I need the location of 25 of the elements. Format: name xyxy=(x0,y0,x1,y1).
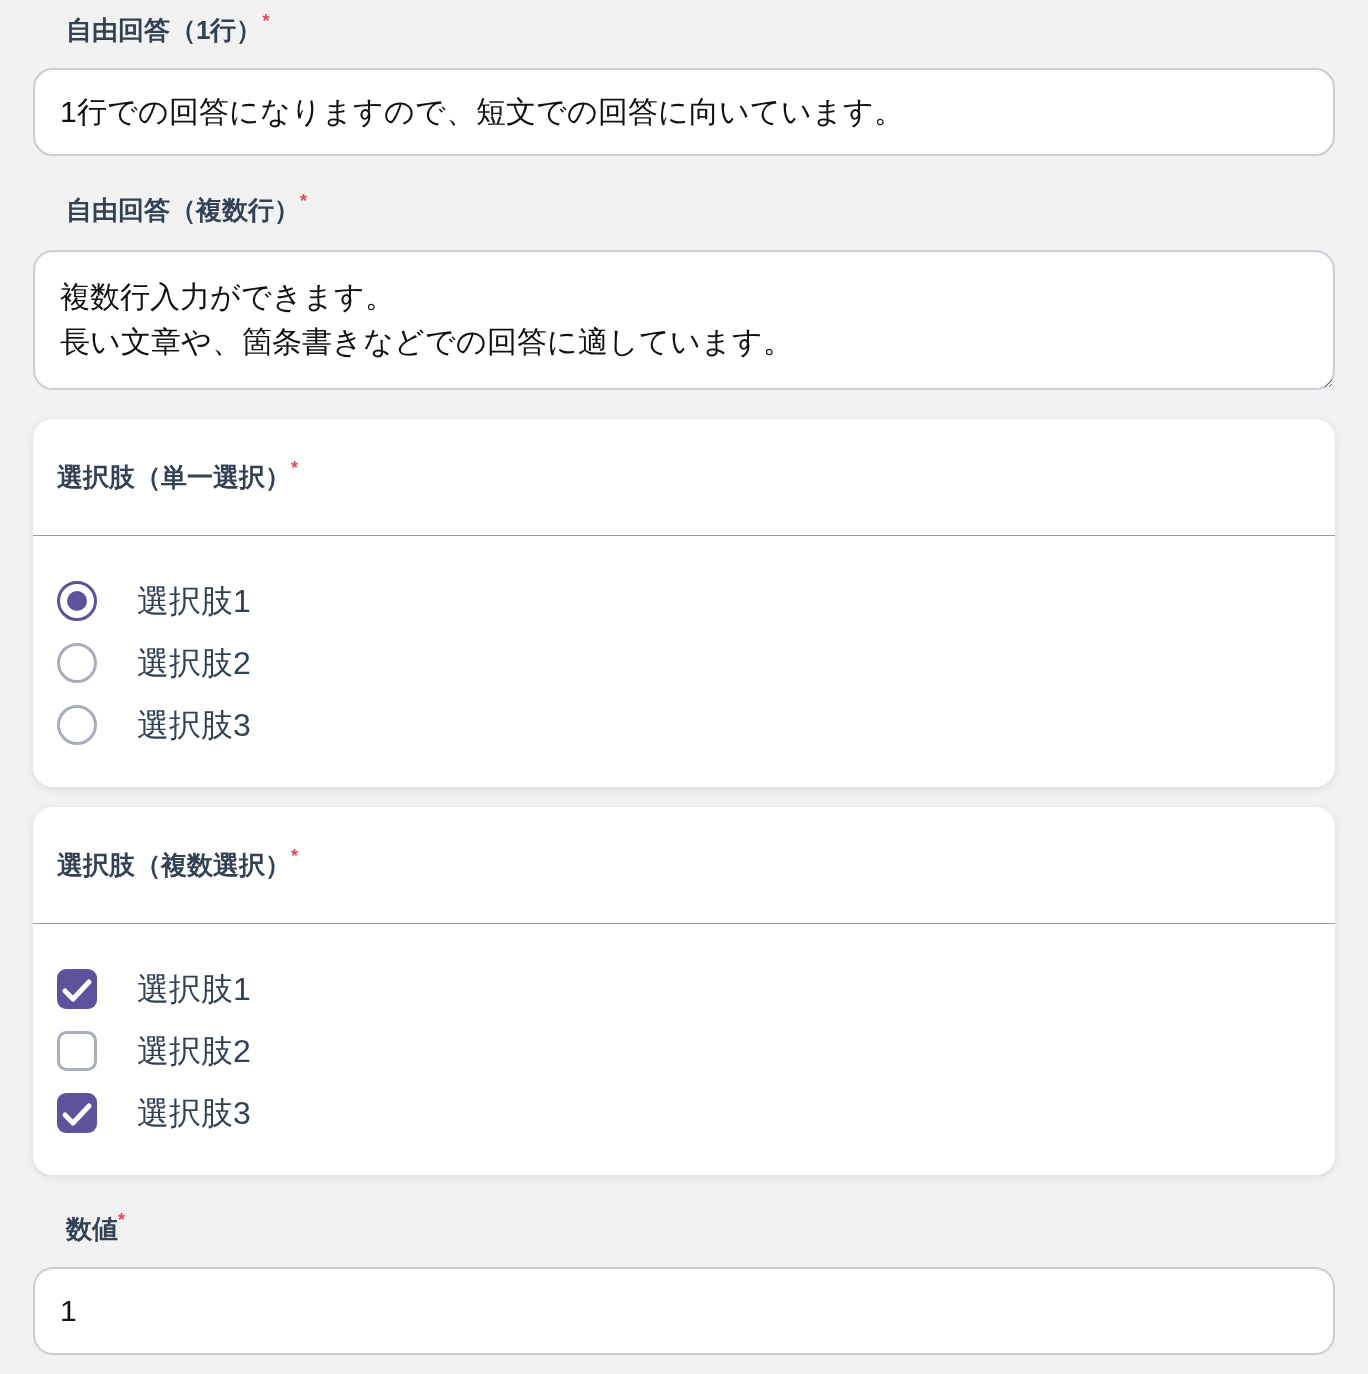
required-mark: * xyxy=(291,458,298,478)
checkbox-unchecked-icon[interactable] xyxy=(57,1031,97,1071)
textarea-field[interactable]: 複数行入力ができます。 長い文章や、箇条書きなどでの回答に適しています。 xyxy=(33,250,1335,390)
option-label[interactable]: 選択肢3 xyxy=(137,705,251,745)
required-mark: * xyxy=(300,191,307,211)
field-label: 数値 xyxy=(66,1214,118,1244)
radio-selected-icon[interactable] xyxy=(57,581,97,621)
number-input[interactable]: 1 xyxy=(33,1267,1335,1355)
required-mark: * xyxy=(291,846,298,866)
required-mark: * xyxy=(262,11,270,31)
required-mark: * xyxy=(118,1210,125,1230)
option-label[interactable]: 選択肢1 xyxy=(137,581,251,621)
radio-unselected-icon[interactable] xyxy=(57,643,97,683)
question-title: 選択肢（単一選択） xyxy=(57,462,291,492)
field-label: 自由回答（1行） xyxy=(66,15,263,45)
checkbox-checked-icon[interactable] xyxy=(57,969,97,1009)
radio-unselected-icon[interactable] xyxy=(57,705,97,745)
field-label: 自由回答（複数行） xyxy=(66,195,300,225)
option-label[interactable]: 選択肢2 xyxy=(137,643,251,683)
text-input[interactable]: 1行での回答になりますので、短文での回答に向いています。 xyxy=(33,68,1335,156)
option-label[interactable]: 選択肢2 xyxy=(137,1031,251,1071)
checkbox-checked-icon[interactable] xyxy=(57,1093,97,1133)
question-title: 選択肢（複数選択） xyxy=(57,850,291,880)
option-label[interactable]: 選択肢3 xyxy=(137,1093,251,1133)
option-label[interactable]: 選択肢1 xyxy=(137,969,251,1009)
